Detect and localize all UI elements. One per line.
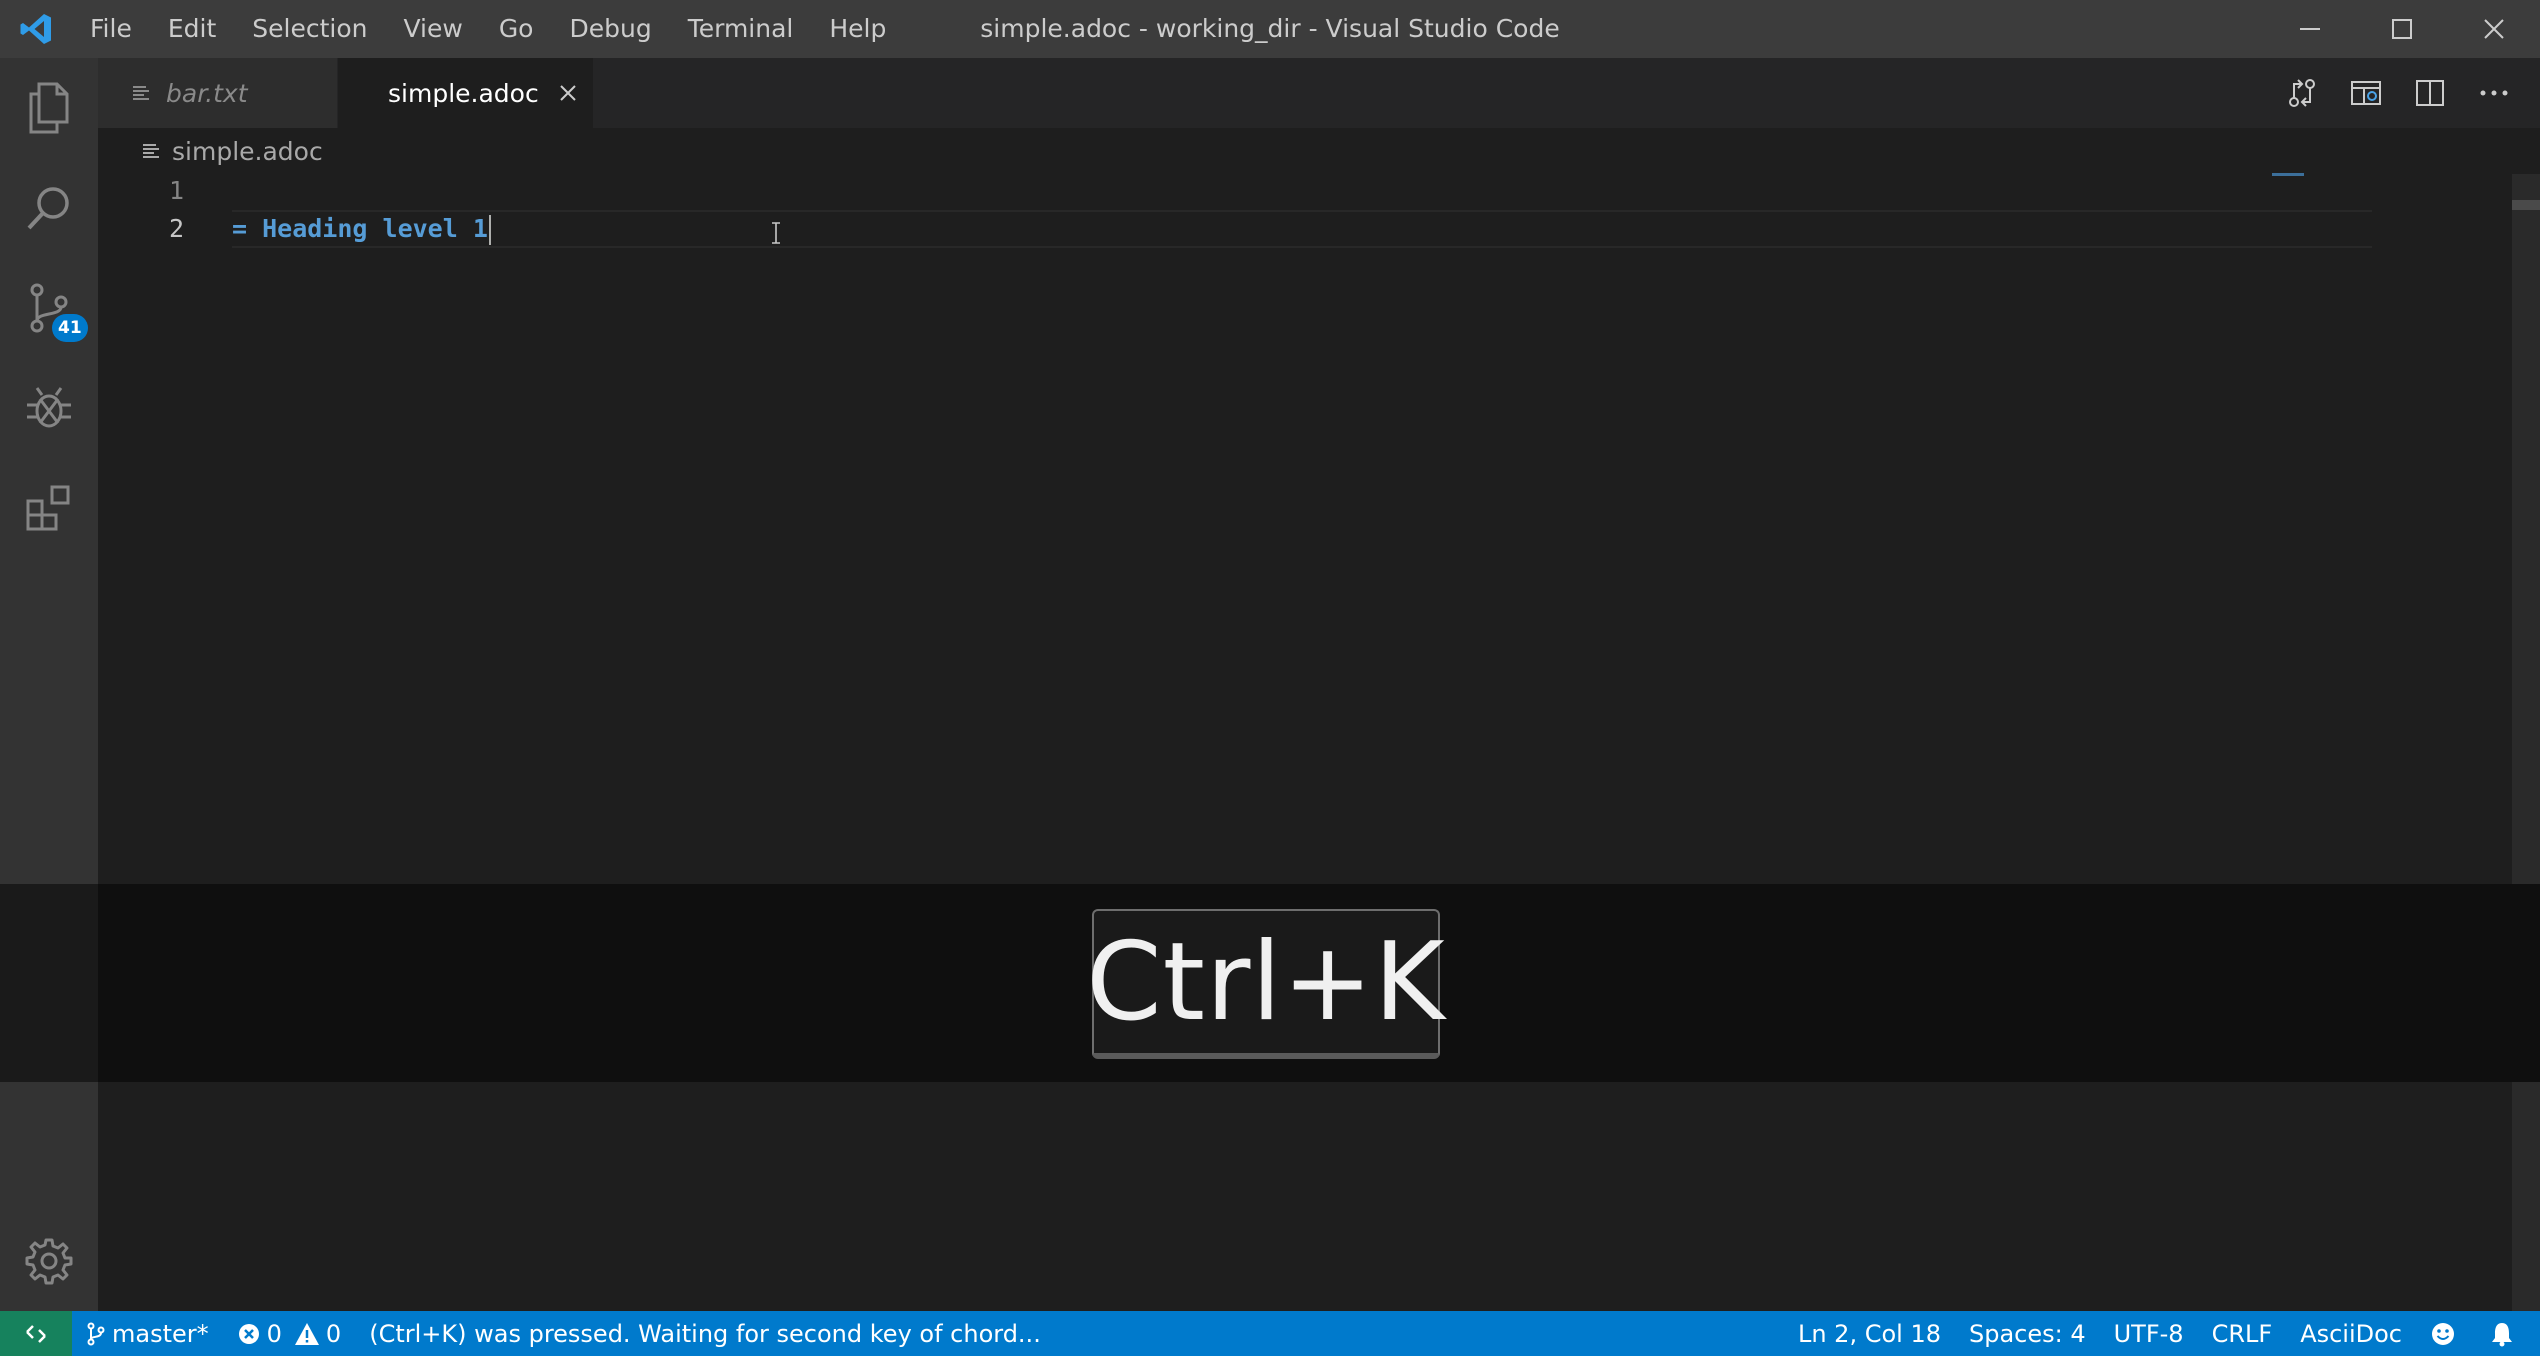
heading-text: = Heading level 1 (232, 214, 488, 243)
branch-name: master* (112, 1319, 209, 1348)
search-icon (27, 187, 69, 230)
split-editor-icon (2416, 80, 2444, 106)
window-controls (2264, 0, 2540, 58)
vertical-scrollbar[interactable] (2512, 174, 2540, 1311)
maximize-button[interactable] (2356, 0, 2448, 58)
remote-icon (26, 1324, 46, 1343)
close-icon (2484, 19, 2504, 39)
branch-status[interactable]: master* (72, 1311, 223, 1356)
menu-view[interactable]: View (385, 0, 480, 58)
menu-file[interactable]: File (72, 0, 150, 58)
problems-status[interactable]: 0 0 (223, 1311, 356, 1356)
smiley-icon (2432, 1322, 2454, 1345)
ibeam-cursor-icon (772, 222, 780, 244)
text-file-icon (143, 144, 159, 158)
title-bar: File Edit Selection View Go Debug Termin… (0, 0, 2540, 58)
maximize-icon (2392, 19, 2412, 39)
feedback-button[interactable] (2416, 1311, 2476, 1356)
vscode-window: File Edit Selection View Go Debug Termin… (0, 0, 2540, 1356)
compare-changes-icon (2289, 79, 2315, 107)
breadcrumb[interactable]: simple.adoc (98, 128, 2498, 174)
menu-bar: File Edit Selection View Go Debug Termin… (72, 0, 904, 58)
close-icon (559, 85, 576, 101)
status-message: (Ctrl+K) was pressed. Waiting for second… (369, 1319, 1041, 1348)
extensions-icon (26, 485, 70, 531)
gear-icon (25, 1238, 73, 1285)
tab-label: bar.txt (166, 78, 248, 108)
text-cursor (488, 215, 491, 245)
menu-selection[interactable]: Selection (234, 0, 385, 58)
cursor-position-status[interactable]: Ln 2, Col 18 (1784, 1311, 1955, 1356)
indentation-status[interactable]: Spaces: 4 (1955, 1311, 2100, 1356)
extensions-button[interactable] (0, 458, 98, 558)
error-icon (238, 1323, 259, 1344)
minimize-button[interactable] (2264, 0, 2356, 58)
open-changes-button[interactable] (2270, 58, 2334, 128)
menu-go[interactable]: Go (481, 0, 552, 58)
current-line-highlight (232, 210, 2372, 248)
tab-simple-adoc[interactable]: simple.adoc (338, 58, 594, 128)
tab-close-button[interactable] (559, 84, 577, 102)
line-number: 2 (168, 214, 184, 243)
warning-icon (294, 1322, 319, 1345)
manage-button[interactable] (0, 1211, 98, 1311)
editor-actions (2270, 58, 2540, 128)
split-editor-button[interactable] (2398, 58, 2462, 128)
menu-terminal[interactable]: Terminal (670, 0, 812, 58)
warning-count: 0 (325, 1319, 342, 1348)
code-line[interactable]: = Heading level 1 (232, 210, 491, 248)
error-count: 0 (266, 1319, 282, 1348)
encoding-status[interactable]: UTF-8 (2100, 1311, 2198, 1356)
activity-bar: 41 (0, 58, 98, 1311)
menu-edit[interactable]: Edit (150, 0, 234, 58)
source-control-badge: 41 (52, 314, 88, 342)
menu-debug[interactable]: Debug (551, 0, 669, 58)
vscode-logo-icon (0, 0, 72, 58)
source-control-button[interactable]: 41 (0, 258, 98, 358)
more-actions-button[interactable] (2462, 58, 2526, 128)
keystroke-keycap: Ctrl+K (1086, 909, 1445, 1059)
debug-icon (27, 387, 71, 428)
tab-label: simple.adoc (388, 78, 539, 108)
eol-status[interactable]: CRLF (2198, 1311, 2287, 1356)
text-file-icon (133, 86, 149, 100)
open-preview-button[interactable] (2334, 58, 2398, 128)
files-icon (29, 82, 69, 134)
code-editor[interactable]: 1 2 = Heading level 1 (98, 174, 2518, 884)
menu-help[interactable]: Help (811, 0, 904, 58)
preview-icon (2351, 81, 2381, 105)
scrollbar-thumb[interactable] (2512, 200, 2540, 210)
status-bar-right: Ln 2, Col 18 Spaces: 4 UTF-8 CRLF AsciiD… (1784, 1311, 2540, 1356)
git-branch-icon (87, 1322, 105, 1345)
line-number: 1 (168, 176, 184, 205)
minimap-icon[interactable] (2272, 172, 2304, 178)
bell-icon (2492, 1322, 2512, 1346)
notifications-button[interactable] (2476, 1311, 2540, 1356)
tab-bar: bar.txt simple.adoc (98, 58, 2540, 128)
minimize-icon (2300, 28, 2320, 30)
ellipsis-icon (2480, 90, 2508, 96)
breadcrumb-file[interactable]: simple.adoc (172, 137, 323, 166)
close-window-button[interactable] (2448, 0, 2540, 58)
status-bar: master* 0 0 (Ctrl+K) was pressed. Waitin… (0, 1311, 2540, 1356)
language-mode-status[interactable]: AsciiDoc (2286, 1311, 2416, 1356)
debug-button[interactable] (0, 358, 98, 458)
explorer-button[interactable] (0, 58, 98, 158)
overlay-activity-shade (0, 884, 98, 1082)
remote-button[interactable] (0, 1311, 72, 1356)
search-button[interactable] (0, 158, 98, 258)
tab-bar-txt[interactable]: bar.txt (98, 58, 338, 128)
